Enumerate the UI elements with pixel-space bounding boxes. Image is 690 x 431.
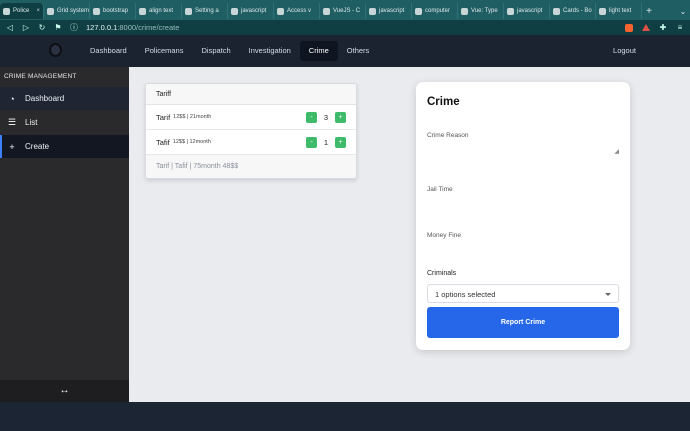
browser-tab[interactable]: Access v xyxy=(274,3,320,19)
brave-rewards-icon[interactable] xyxy=(642,24,650,31)
menu-icon[interactable]: ≡ xyxy=(676,23,684,32)
page-title: Crime xyxy=(427,96,460,108)
tab-favicon-icon xyxy=(231,7,238,15)
tab-menu-chevron-icon[interactable]: ⌄ xyxy=(676,3,690,19)
browser-tab[interactable]: align text xyxy=(136,3,182,19)
crime-reason-textarea[interactable]: ◢ xyxy=(427,135,619,155)
gauge-icon: ◔ xyxy=(9,93,15,104)
nav-others[interactable]: Others xyxy=(338,41,379,61)
browser-tab[interactable]: javascript xyxy=(366,3,412,19)
plus-icon: + xyxy=(9,141,15,152)
tab-favicon-icon xyxy=(139,7,146,15)
sidebar-item-create[interactable]: + Create xyxy=(0,135,129,158)
sidebar: CRIME MANAGEMENT ◔ Dashboard ☰ List + Cr… xyxy=(0,67,129,402)
sidebar-title: CRIME MANAGEMENT xyxy=(4,73,77,80)
sidebar-item-label: Dashboard xyxy=(25,94,65,103)
crime-form: Crime Crime Reason ◢ Jail Time Money Fin… xyxy=(416,82,630,350)
reload-icon[interactable]: ↻ xyxy=(38,23,46,32)
browser-tab[interactable]: javascript xyxy=(228,3,274,19)
forward-arrow-icon[interactable]: ▷ xyxy=(22,23,30,32)
tariff-meta: 12$$ | 12month xyxy=(172,139,211,145)
bottom-bar xyxy=(0,402,690,431)
address-bar: ◁ ▷ ↻ ⚑ ⓘ 127.0.0.1:8000/crime/create ✚ … xyxy=(0,20,690,35)
extensions-icon[interactable]: ✚ xyxy=(659,23,667,32)
url-field[interactable]: 127.0.0.1:8000/crime/create xyxy=(86,23,179,32)
tab-favicon-icon xyxy=(553,7,560,15)
resize-handle-icon[interactable]: ◢ xyxy=(614,148,619,155)
expand-arrows-icon: ↔ xyxy=(59,385,70,396)
browser-tab[interactable]: Setting a xyxy=(182,3,228,19)
browser-tab[interactable]: Vue: Type xyxy=(458,3,504,19)
app-navbar: Dashboard Policemans Dispatch Investigat… xyxy=(0,35,690,67)
browser-tab[interactable]: Grid system xyxy=(44,3,90,19)
tab-favicon-icon xyxy=(277,7,284,15)
list-item: Tarif 12$$ | 21month - 3 + xyxy=(146,105,356,130)
tab-favicon-icon xyxy=(369,7,376,15)
nav-dispatch[interactable]: Dispatch xyxy=(192,41,239,61)
sidebar-item-label: List xyxy=(25,118,38,127)
browser-tab[interactable]: light text xyxy=(596,3,642,19)
browser-tab[interactable]: VueJS - C xyxy=(320,3,366,19)
info-icon: ⓘ xyxy=(70,23,78,32)
sidebar-collapse-button[interactable]: ↔ xyxy=(0,380,129,402)
tab-favicon-icon xyxy=(415,7,422,15)
tab-favicon-icon xyxy=(47,7,54,15)
browser-tab[interactable]: javascript xyxy=(504,3,550,19)
list-icon: ☰ xyxy=(7,117,17,127)
tab-favicon-icon xyxy=(599,7,606,15)
criminals-label: Criminals xyxy=(427,270,457,277)
browser-tab[interactable]: Police × xyxy=(0,3,44,19)
quantity-value: 3 xyxy=(323,112,329,122)
tab-favicon-icon xyxy=(185,7,192,15)
nav-crime[interactable]: Crime xyxy=(299,41,338,61)
close-icon[interactable]: × xyxy=(36,8,40,14)
chevron-down-icon xyxy=(605,293,611,296)
report-crime-button[interactable]: Report Crime xyxy=(427,307,619,338)
money-fine-field[interactable]: Money Fine xyxy=(427,232,461,239)
tab-favicon-icon xyxy=(3,7,10,15)
bookmark-icon[interactable]: ⚑ xyxy=(54,23,62,32)
police-logo-icon[interactable] xyxy=(49,43,62,57)
tab-favicon-icon xyxy=(323,7,330,15)
quantity-stepper: - 3 + xyxy=(306,111,346,123)
nav-policemans[interactable]: Policemans xyxy=(136,41,193,61)
tariff-summary: Tarif | Tafif | 75month 48$$ xyxy=(146,155,356,178)
browser-tab[interactable]: Cards - Bo xyxy=(550,3,596,19)
sidebar-item-list[interactable]: ☰ List xyxy=(0,111,129,134)
increment-button[interactable]: + xyxy=(335,111,346,123)
quantity-value: 1 xyxy=(323,137,329,147)
criminals-select[interactable]: 1 options selected xyxy=(427,284,619,303)
browser-tab[interactable]: computer xyxy=(412,3,458,19)
increment-button[interactable]: + xyxy=(335,136,346,148)
tab-favicon-icon xyxy=(461,7,468,15)
tab-favicon-icon xyxy=(93,7,100,15)
sidebar-item-label: Create xyxy=(25,142,50,151)
sidebar-item-dashboard[interactable]: ◔ Dashboard xyxy=(0,87,129,110)
brave-shield-icon[interactable] xyxy=(625,23,633,32)
tariff-card: Tariff Tarif 12$$ | 21month - 3 + Tafif … xyxy=(145,83,357,179)
tariff-name: Tarif xyxy=(156,112,171,122)
nav-dashboard[interactable]: Dashboard xyxy=(81,41,136,61)
tariff-header: Tariff xyxy=(146,84,356,105)
decrement-button[interactable]: - xyxy=(306,111,317,123)
new-tab-button[interactable]: + xyxy=(642,3,656,19)
quantity-stepper: - 1 + xyxy=(306,136,346,148)
nav-investigation[interactable]: Investigation xyxy=(240,41,300,61)
tab-favicon-icon xyxy=(507,7,514,15)
back-arrow-icon[interactable]: ◁ xyxy=(6,23,14,32)
select-value: 1 options selected xyxy=(435,290,496,299)
jail-time-field[interactable]: Jail Time xyxy=(427,186,453,193)
main-content: Tariff Tarif 12$$ | 21month - 3 + Tafif … xyxy=(129,67,690,402)
list-item: Tafif 12$$ | 12month - 1 + xyxy=(146,130,356,155)
logout-link[interactable]: Logout xyxy=(613,41,636,61)
tariff-meta: 12$$ | 21month xyxy=(173,114,212,120)
tariff-name: Tafif xyxy=(156,137,170,147)
browser-tab[interactable]: bootstrap xyxy=(90,3,136,19)
browser-tab-bar: Police × Grid system bootstrap align text… xyxy=(0,0,690,20)
decrement-button[interactable]: - xyxy=(306,136,317,148)
